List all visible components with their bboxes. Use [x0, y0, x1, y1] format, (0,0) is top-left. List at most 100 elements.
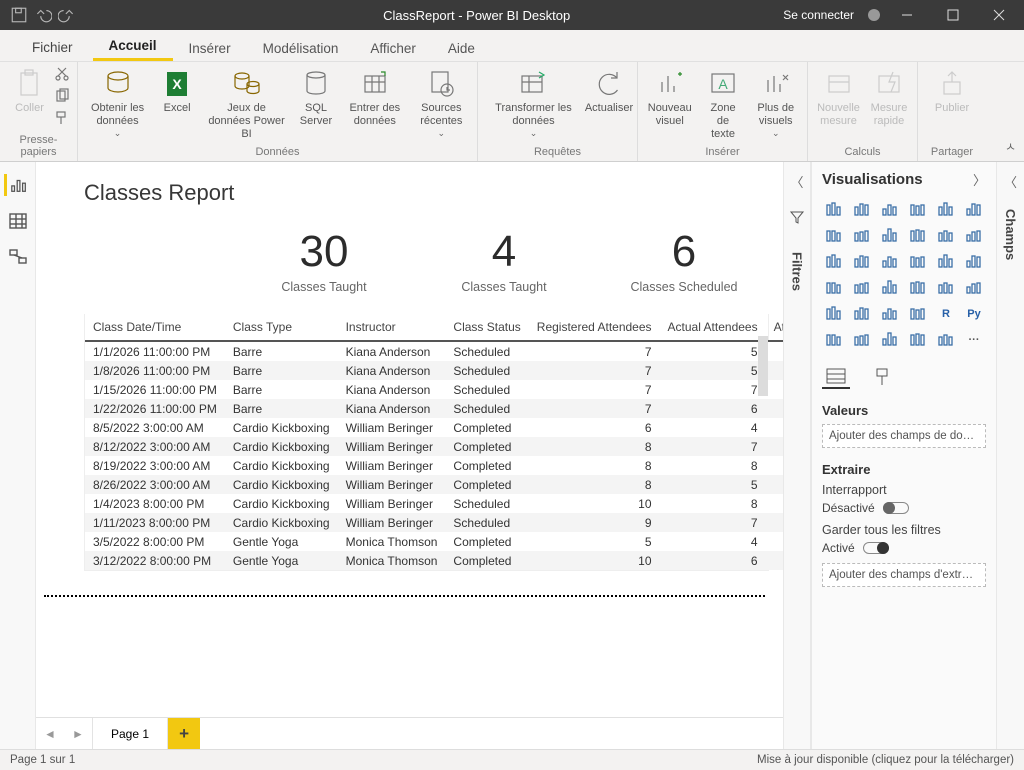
table-row[interactable]: 1/4/2023 8:00:00 PMCardio KickboxingWill… — [85, 494, 783, 513]
viz-100stacked-bar-icon[interactable] — [934, 199, 958, 221]
viz-table-icon[interactable] — [878, 303, 902, 325]
enter-data-button[interactable]: Entrer des données — [342, 66, 408, 128]
card-classes-scheduled[interactable]: 6 Classes Scheduled — [629, 230, 739, 294]
report-view-button[interactable] — [4, 174, 28, 196]
more-visuals-button[interactable]: Plus de visuels⌄ — [751, 66, 801, 139]
table-header[interactable]: Class Type — [225, 314, 338, 341]
undo-icon[interactable] — [34, 6, 52, 24]
recent-sources-button[interactable]: Sources récentes⌄ — [412, 66, 471, 139]
minimize-button[interactable] — [888, 0, 926, 30]
card-classes-taught-1[interactable]: 30 Classes Taught — [269, 230, 379, 294]
table-row[interactable]: 1/8/2026 11:00:00 PMBarreKiana AndersonS… — [85, 361, 783, 380]
view-tab[interactable]: Afficher — [354, 35, 432, 61]
viz-stacked-column-icon[interactable] — [878, 199, 902, 221]
file-tab[interactable]: Fichier — [18, 34, 87, 61]
table-row[interactable]: 3/12/2022 8:00:00 PMGentle YogaMonica Th… — [85, 551, 783, 570]
insert-tab[interactable]: Insérer — [173, 35, 247, 61]
viz-treemap-icon[interactable] — [962, 251, 986, 273]
add-page-button[interactable]: + — [168, 718, 200, 750]
viz-area-icon[interactable] — [850, 225, 874, 247]
viz-slicer-icon[interactable] — [850, 303, 874, 325]
viz-stacked-bar-icon[interactable] — [822, 199, 846, 221]
table-scrollbar[interactable] — [758, 336, 768, 396]
viz-line-stacked-icon[interactable] — [934, 225, 958, 247]
viz-ribbon-icon[interactable] — [962, 225, 986, 247]
collapse-vis-pane-icon[interactable]: 〉 — [973, 170, 986, 189]
publish-button[interactable]: Publier — [930, 66, 974, 115]
viz-multi-card-icon[interactable] — [962, 277, 986, 299]
viz-map-icon[interactable] — [822, 277, 846, 299]
get-data-button[interactable]: Obtenir les données⌄ — [84, 66, 151, 139]
viz-donut-icon[interactable] — [934, 251, 958, 273]
viz-key-influencers-icon[interactable] — [822, 329, 846, 351]
viz-100stacked-column-icon[interactable] — [962, 199, 986, 221]
excel-button[interactable]: X Excel — [155, 66, 199, 115]
expand-fields-icon[interactable]: 〈 — [1004, 172, 1017, 191]
expand-filters-icon[interactable]: 〈 — [790, 172, 803, 191]
model-view-button[interactable] — [6, 246, 30, 268]
table-header[interactable]: Actual Attendees — [660, 314, 766, 341]
data-view-button[interactable] — [6, 210, 30, 232]
table-header[interactable]: Class Date/Time — [85, 314, 225, 341]
viz-line-icon[interactable] — [822, 225, 846, 247]
viz-qna-icon[interactable] — [878, 329, 902, 351]
fields-mode-button[interactable] — [822, 365, 850, 389]
pbi-datasets-button[interactable]: Jeux de données Power BI — [203, 66, 290, 142]
cross-report-toggle[interactable]: Désactivé — [822, 501, 986, 515]
table-row[interactable]: 8/19/2022 3:00:00 AMCardio KickboxingWil… — [85, 456, 783, 475]
new-measure-button[interactable]: Nouvelle mesure — [814, 66, 863, 128]
values-dropzone[interactable]: Ajouter des champs de don… — [822, 424, 986, 448]
quick-measure-button[interactable]: Mesure rapide — [867, 66, 911, 128]
textbox-button[interactable]: A Zone de texte — [700, 66, 747, 142]
sql-server-button[interactable]: SQL Server — [294, 66, 338, 128]
table-row[interactable]: 1/1/2026 11:00:00 PMBarreKiana AndersonS… — [85, 341, 783, 361]
fields-pane-collapsed[interactable]: 〈 Champs — [996, 162, 1024, 749]
viz-r-visual-icon[interactable]: R — [934, 303, 958, 325]
table-header[interactable]: Class Status — [445, 314, 528, 341]
table-row[interactable]: 1/11/2023 8:00:00 PMCardio KickboxingWil… — [85, 513, 783, 532]
drill-dropzone[interactable]: Ajouter des champs d'extr… — [822, 563, 986, 587]
refresh-button[interactable]: Actualiser — [587, 66, 631, 115]
viz-matrix-icon[interactable] — [906, 303, 930, 325]
viz-waterfall-icon[interactable] — [822, 251, 846, 273]
format-painter-icon[interactable] — [54, 110, 70, 126]
collapse-ribbon-icon[interactable]: ㅅ — [1005, 138, 1016, 155]
viz-py-visual-icon[interactable]: Py — [962, 303, 986, 325]
viz-clustered-column-icon[interactable] — [906, 199, 930, 221]
card-classes-taught-2[interactable]: 4 Classes Taught — [449, 230, 559, 294]
status-update-link[interactable]: Mise à jour disponible (cliquez pour la … — [757, 754, 1014, 766]
viz-arcgis-icon[interactable] — [878, 277, 902, 299]
viz-gauge-icon[interactable] — [906, 277, 930, 299]
close-button[interactable] — [980, 0, 1018, 30]
viz-powerapps-icon[interactable] — [934, 329, 958, 351]
table-row[interactable]: 1/15/2026 11:00:00 PMBarreKiana Anderson… — [85, 380, 783, 399]
viz-pie-icon[interactable] — [906, 251, 930, 273]
viz-scatter-icon[interactable] — [878, 251, 902, 273]
table-row[interactable]: 8/12/2022 3:00:00 AMCardio KickboxingWil… — [85, 437, 783, 456]
report-canvas[interactable]: Classes Report 30 Classes Taught 4 Class… — [36, 162, 783, 717]
table-row[interactable]: 1/22/2026 11:00:00 PMBarreKiana Anderson… — [85, 399, 783, 418]
viz-clustered-bar-icon[interactable] — [850, 199, 874, 221]
table-row[interactable]: 3/5/2022 8:00:00 PMGentle YogaMonica Tho… — [85, 532, 783, 551]
viz-funnel-icon[interactable] — [850, 251, 874, 273]
copy-icon[interactable] — [54, 88, 70, 104]
save-icon[interactable] — [10, 6, 28, 24]
keep-all-filters-toggle[interactable]: Activé — [822, 541, 986, 555]
viz-decomposition-icon[interactable] — [850, 329, 874, 351]
help-tab[interactable]: Aide — [432, 35, 491, 61]
cut-icon[interactable] — [54, 66, 70, 82]
modeling-tab[interactable]: Modélisation — [247, 35, 355, 61]
viz-kpi-icon[interactable] — [822, 303, 846, 325]
transform-data-button[interactable]: Transformer les données⌄ — [484, 66, 583, 139]
paste-button[interactable]: Coller — [8, 66, 52, 115]
viz-more-icon[interactable]: ··· — [962, 329, 986, 351]
signin-avatar-icon[interactable] — [868, 9, 880, 21]
table-row[interactable]: 8/26/2022 3:00:00 AMCardio KickboxingWil… — [85, 475, 783, 494]
table-row[interactable]: 8/5/2022 3:00:00 AMCardio KickboxingWill… — [85, 418, 783, 437]
viz-filled-map-icon[interactable] — [850, 277, 874, 299]
next-page-button[interactable]: ► — [64, 727, 92, 741]
viz-line-clustered-icon[interactable] — [906, 225, 930, 247]
viz-stacked-area-icon[interactable] — [878, 225, 902, 247]
page-tab-1[interactable]: Page 1 — [92, 718, 168, 750]
table-header[interactable]: Attendance Rate % — [766, 314, 783, 341]
